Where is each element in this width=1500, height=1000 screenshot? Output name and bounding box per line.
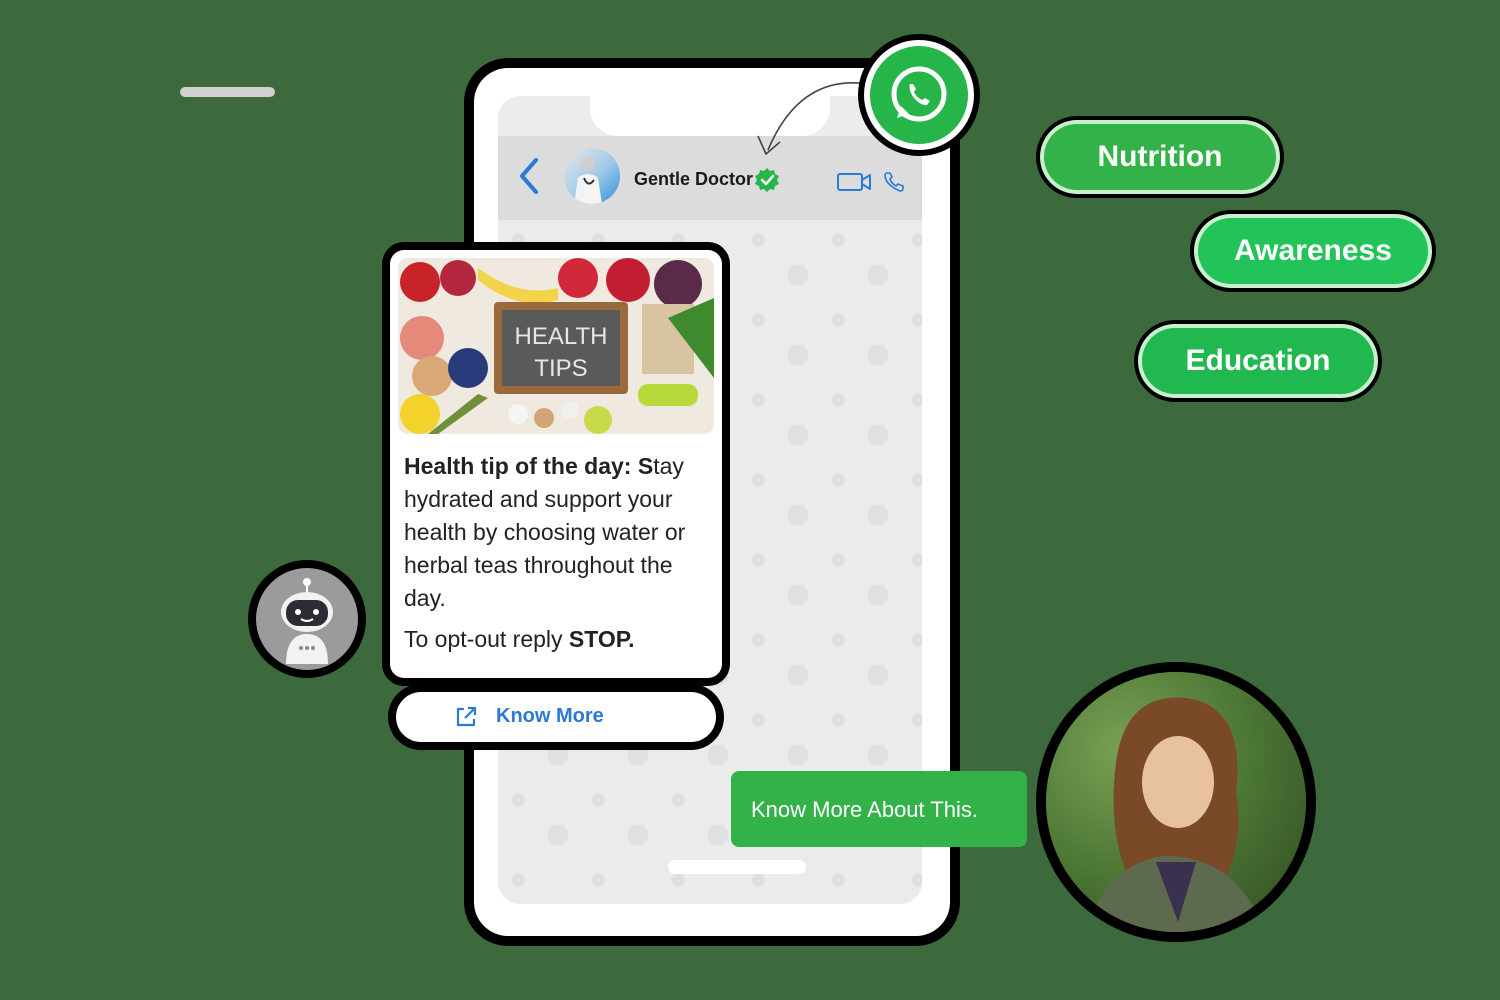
back-arrow-icon[interactable] xyxy=(516,156,542,196)
know-more-button[interactable]: Know More xyxy=(396,692,716,742)
image-title-line2: TIPS xyxy=(534,355,587,382)
health-tips-image: HEALTH TIPS xyxy=(398,258,714,434)
optout-keyword: STOP. xyxy=(568,626,635,652)
robot-icon xyxy=(281,578,333,664)
home-indicator xyxy=(668,860,806,874)
contact-name[interactable]: Gentle Doctor xyxy=(634,169,753,190)
whatsapp-icon xyxy=(891,66,947,122)
doctor-figure-icon xyxy=(574,157,602,204)
reply-bubble: Know More About This. xyxy=(731,771,1027,847)
whatsapp-logo xyxy=(864,40,974,150)
user-photo xyxy=(1086,697,1266,932)
video-call-icon[interactable] xyxy=(836,170,872,194)
food-collage-image: HEALTH TIPS xyxy=(398,258,714,434)
curved-arrow-icon xyxy=(757,82,869,155)
know-more-label[interactable]: Know More xyxy=(496,705,604,728)
tag-education[interactable]: Education xyxy=(1142,328,1374,394)
tag-awareness[interactable]: Awareness xyxy=(1198,218,1428,284)
phone-speaker xyxy=(180,87,275,97)
tag-nutrition[interactable]: Nutrition xyxy=(1044,124,1276,190)
external-link-icon xyxy=(456,706,477,727)
message-bold-intro: Health tip of the day: S xyxy=(404,453,654,479)
bot-avatar xyxy=(256,568,358,670)
doctor-avatar[interactable] xyxy=(564,148,620,204)
verified-badge-icon xyxy=(755,168,779,192)
voice-call-icon[interactable] xyxy=(882,170,906,194)
optout-text: To opt-out reply STOP. xyxy=(404,626,714,653)
message-card: HEALTH TIPS Health tip of the day: Stay … xyxy=(390,250,722,678)
reply-text: Know More About This. xyxy=(751,797,979,822)
optout-prefix: To opt-out reply xyxy=(404,626,569,652)
user-avatar xyxy=(1046,672,1306,932)
whatsapp-logo-circle xyxy=(870,46,968,144)
message-body: Health tip of the day: Stay hydrated and… xyxy=(404,450,714,615)
image-title-line1: HEALTH xyxy=(515,323,608,350)
